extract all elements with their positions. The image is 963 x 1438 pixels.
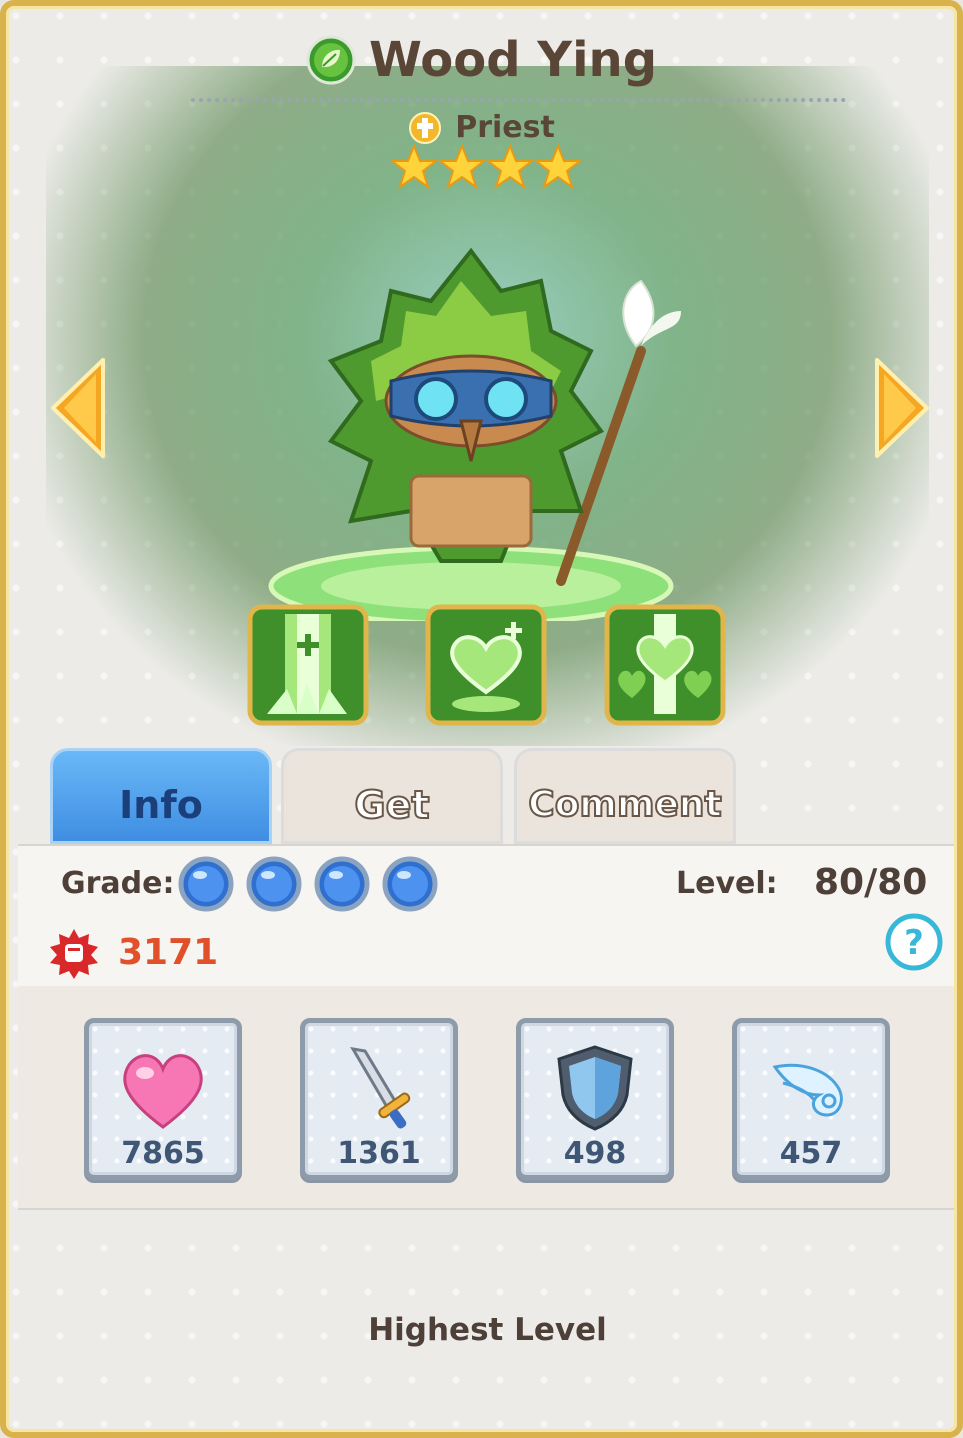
hero-detail-panel: Wood Ying Priest Info Get Comment Grade:… [0,0,963,1438]
grade-orb-icon [382,856,438,912]
info-panel: Grade: Level: 80/80 3171 ? [18,844,957,988]
stat-hp-value: 7865 [121,1136,205,1171]
tab-get[interactable]: Get [281,748,503,844]
grade-orb-icon [314,856,370,912]
heart-hp-icon [123,1054,203,1129]
leaf-element-icon [306,35,356,85]
wing-speed-icon [772,1063,843,1117]
star-icon [487,144,533,190]
hero-class-label: Priest [455,110,555,145]
grade-orbs [178,856,438,912]
hero-class-row: Priest [6,110,957,145]
next-hero-arrow-icon[interactable] [872,356,932,460]
stat-defense-value: 498 [563,1136,627,1171]
hero-title-row: Wood Ying [6,32,957,88]
hero-portrait [268,247,681,621]
level-value: 80/80 [814,862,928,903]
shield-defense-icon [557,1045,633,1131]
priest-cross-icon [409,111,442,144]
stat-card-speed: 457 [732,1018,890,1180]
stat-card-defense: 498 [516,1018,674,1180]
tab-comment[interactable]: Comment [514,748,736,844]
help-question-icon[interactable]: ? [884,912,944,972]
multi-heart-heal-icon[interactable] [604,604,726,726]
grade-orb-icon [178,856,234,912]
svg-text:?: ? [904,923,924,963]
heart-heal-icon[interactable] [425,604,547,726]
stat-card-hp: 7865 [84,1018,242,1180]
tab-info[interactable]: Info [50,748,272,844]
stat-card-attack: 1361 [300,1018,458,1180]
stat-attack-value: 1361 [337,1136,421,1171]
hero-name: Wood Ying [369,32,658,88]
highest-level-label: Highest Level [368,1312,607,1348]
level-label: Level: [676,866,778,901]
star-icon [535,144,581,190]
sword-attack-icon [350,1046,411,1129]
stats-panel: 7865 1361 498 457 [18,986,957,1210]
combat-power-value: 3171 [118,932,219,973]
grade-orb-icon [246,856,302,912]
star-icon [439,144,485,190]
stat-speed-value: 457 [779,1136,843,1171]
previous-hero-arrow-icon[interactable] [48,356,108,460]
level-status-footer: Highest Level [18,1210,957,1432]
grade-label: Grade: [61,866,175,901]
combat-power-fist-icon [50,929,98,979]
star-icon [391,144,437,190]
title-divider [191,98,846,102]
hero-star-rating [391,144,581,190]
healing-pillar-icon[interactable] [247,604,369,726]
